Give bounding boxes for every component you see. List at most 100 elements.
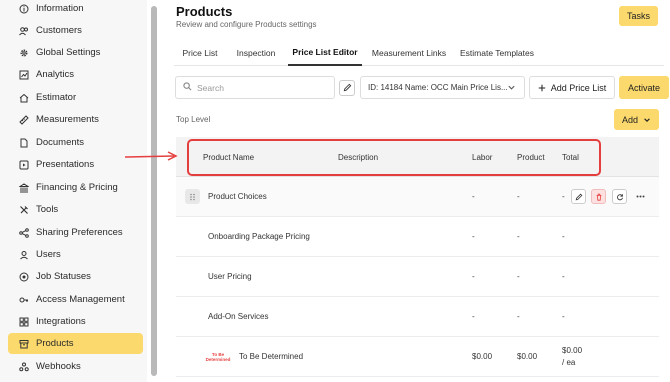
sidebar-item-webhooks[interactable]: Webhooks: [8, 356, 143, 377]
total-unit: / ea: [562, 358, 576, 367]
price-list-select[interactable]: ID: 14184 Name: OCC Main Price Lis...: [360, 76, 525, 99]
sidebar-item-products[interactable]: Products: [8, 333, 143, 354]
sidebar-item-sharing-preferences[interactable]: Sharing Preferences: [8, 222, 143, 243]
product-name[interactable]: Add-On Services: [208, 312, 268, 321]
pencil-icon: [575, 193, 583, 201]
tab-price-list-editor[interactable]: Price List Editor: [288, 40, 362, 66]
product-name[interactable]: User Pricing: [208, 272, 252, 281]
total-value: $0.00: [562, 346, 583, 355]
product-name[interactable]: Product Choices: [208, 192, 267, 201]
product-value: -: [517, 232, 520, 241]
sidebar-item-global-settings[interactable]: Global Settings: [8, 42, 143, 63]
page-subtitle: Review and configure Products settings: [176, 20, 317, 29]
add-price-list-button[interactable]: Add Price List: [529, 76, 615, 99]
tab-price-list[interactable]: Price List: [174, 40, 226, 66]
total-value: -: [562, 272, 565, 281]
sidebar-item-label: Tools: [36, 204, 59, 215]
sidebar-item-label: Products: [36, 338, 74, 349]
product-value: $0.00: [517, 352, 538, 361]
add-price-list-label: Add Price List: [550, 82, 607, 93]
activate-button[interactable]: Activate: [619, 76, 669, 99]
sidebar: Information Customers Global Settings An…: [0, 0, 147, 382]
sidebar-item-presentations[interactable]: Presentations: [8, 154, 143, 175]
sidebar-item-label: Integrations: [36, 316, 86, 327]
sidebar-item-job-statuses[interactable]: Job Statuses: [8, 266, 143, 287]
product-value: -: [517, 312, 520, 321]
sidebar-item-label: Documents: [36, 137, 85, 148]
key-icon: [18, 294, 29, 305]
breadcrumb[interactable]: Top Level: [176, 115, 210, 124]
tab-inspection[interactable]: Inspection: [230, 40, 282, 66]
add-button[interactable]: Add: [614, 109, 659, 130]
info-icon: [18, 3, 29, 14]
sync-row-button[interactable]: [612, 189, 627, 204]
sidebar-item-customers[interactable]: Customers: [8, 20, 143, 41]
tasks-button[interactable]: Tasks: [619, 6, 658, 26]
bank-icon: [18, 182, 29, 193]
search-input[interactable]: [197, 82, 317, 93]
status-icon: [18, 271, 29, 282]
table-row[interactable]: Onboarding Package Pricing - - -: [176, 217, 659, 257]
sidebar-item-label: Global Settings: [36, 47, 101, 58]
product-value: -: [517, 272, 520, 281]
sidebar-item-information[interactable]: Information: [8, 0, 143, 19]
integrations-icon: [18, 316, 29, 327]
sidebar-item-tools[interactable]: Tools: [8, 199, 143, 220]
user-icon: [18, 249, 29, 260]
product-value: -: [517, 192, 520, 201]
sidebar-item-label: Customers: [36, 25, 82, 36]
sidebar-item-users[interactable]: Users: [8, 244, 143, 265]
search-box[interactable]: [175, 76, 335, 99]
total-value: -: [562, 312, 565, 321]
total-value: -: [562, 232, 565, 241]
pencil-icon: [343, 83, 352, 94]
tab-measurement-links[interactable]: Measurement Links: [368, 40, 450, 66]
sidebar-item-access-management[interactable]: Access Management: [8, 289, 143, 310]
edit-row-button[interactable]: [571, 189, 586, 204]
sidebar-item-documents[interactable]: Documents: [8, 132, 143, 153]
sidebar-item-label: Financing & Pricing: [36, 182, 118, 193]
thumbnail-text: Determined: [205, 357, 231, 362]
analytics-icon: [18, 69, 29, 80]
search-icon: [183, 82, 192, 93]
sidebar-scrollbar[interactable]: [151, 6, 157, 376]
chevron-down-icon: [643, 116, 651, 124]
sidebar-item-measurements[interactable]: Measurements: [8, 109, 143, 130]
annotation-highlight-box: [187, 139, 601, 176]
drag-handle-icon[interactable]: [185, 189, 200, 204]
presentation-icon: [18, 159, 29, 170]
sidebar-item-label: Job Statuses: [36, 271, 91, 282]
delete-row-button[interactable]: [591, 189, 606, 204]
plus-icon: [538, 84, 546, 92]
more-options-button[interactable]: [633, 189, 648, 204]
product-name[interactable]: Onboarding Package Pricing: [208, 232, 310, 241]
gear-icon: [18, 47, 29, 58]
refresh-icon: [616, 193, 624, 201]
sidebar-item-integrations[interactable]: Integrations: [8, 311, 143, 332]
table-row[interactable]: User Pricing - - -: [176, 257, 659, 297]
tab-estimate-templates[interactable]: Estimate Templates: [456, 40, 538, 66]
product-name[interactable]: To Be Determined: [239, 352, 303, 361]
tools-icon: [18, 204, 29, 215]
sidebar-item-label: Information: [36, 3, 84, 14]
sidebar-item-analytics[interactable]: Analytics: [8, 64, 143, 85]
sidebar-item-estimator[interactable]: Estimator: [8, 87, 143, 108]
table-row[interactable]: Add-On Services - - -: [176, 297, 659, 337]
labor-value: -: [472, 312, 475, 321]
tab-bar: Price List Inspection Price List Editor …: [174, 40, 664, 66]
sidebar-item-label: Measurements: [36, 114, 99, 125]
sidebar-item-label: Analytics: [36, 69, 75, 80]
box-icon: [18, 338, 29, 349]
total-value: -: [562, 192, 565, 201]
ellipsis-icon: [636, 195, 645, 198]
edit-price-list-button[interactable]: [339, 80, 355, 96]
labor-value: -: [472, 232, 475, 241]
labor-value: $0.00: [472, 352, 493, 361]
sidebar-item-financing-pricing[interactable]: Financing & Pricing: [8, 177, 143, 198]
table-row[interactable]: To Be Determined To Be Determined $0.00 …: [176, 337, 659, 377]
webhook-icon: [18, 361, 29, 372]
sidebar-item-label: Webhooks: [36, 361, 81, 372]
trash-icon: [595, 193, 603, 201]
sidebar-item-label: Sharing Preferences: [36, 227, 123, 238]
table-row[interactable]: Product Choices - - -: [176, 177, 659, 217]
